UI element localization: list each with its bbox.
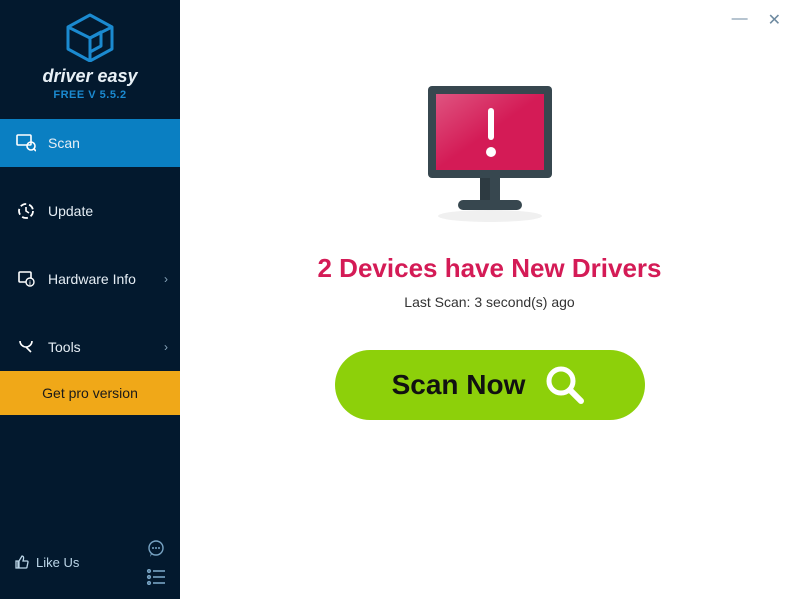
nav-item-hardware-info[interactable]: i Hardware Info › [0, 255, 180, 303]
logo-area: driver easy FREE V 5.5.2 [0, 0, 180, 109]
search-icon [543, 363, 587, 407]
nav-item-scan[interactable]: Scan [0, 119, 180, 167]
main-content: — ✕ 2 Devices have New Drivers Last Scan… [180, 0, 799, 599]
chevron-right-icon: › [164, 340, 168, 354]
like-us-button[interactable]: Like Us [14, 554, 79, 570]
last-scan-text: Last Scan: 3 second(s) ago [404, 294, 574, 310]
nav-item-tools[interactable]: Tools › [0, 323, 180, 371]
nav-label: Update [48, 203, 93, 219]
sidebar-bottom: Like Us [0, 529, 180, 599]
nav-label: Hardware Info [48, 271, 136, 287]
get-pro-button[interactable]: Get pro version [0, 371, 180, 415]
brand-name: driver easy [42, 66, 137, 87]
monitor-illustration [410, 78, 570, 233]
menu-icon[interactable] [146, 569, 166, 585]
titlebar: — ✕ [714, 0, 799, 40]
nav: Scan Update i Hardware Info › [0, 119, 180, 371]
status-headline: 2 Devices have New Drivers [318, 253, 662, 284]
nav-label: Scan [48, 135, 80, 151]
sidebar: driver easy FREE V 5.5.2 Scan Update i [0, 0, 180, 599]
feedback-icon[interactable] [146, 539, 166, 559]
version-label: FREE V 5.5.2 [53, 89, 126, 101]
minimize-button[interactable]: — [728, 8, 752, 32]
scan-icon [16, 133, 36, 153]
nav-item-update[interactable]: Update [0, 187, 180, 235]
thumbs-up-icon [14, 554, 30, 570]
chevron-right-icon: › [164, 272, 168, 286]
update-icon [16, 201, 36, 221]
scan-now-button[interactable]: Scan Now [335, 350, 645, 420]
like-us-label: Like Us [36, 555, 79, 570]
scan-now-label: Scan Now [392, 369, 526, 401]
nav-label: Tools [48, 339, 81, 355]
tools-icon [16, 337, 36, 357]
close-button[interactable]: ✕ [764, 8, 785, 32]
logo-icon [63, 12, 117, 62]
hardware-info-icon: i [16, 269, 36, 289]
